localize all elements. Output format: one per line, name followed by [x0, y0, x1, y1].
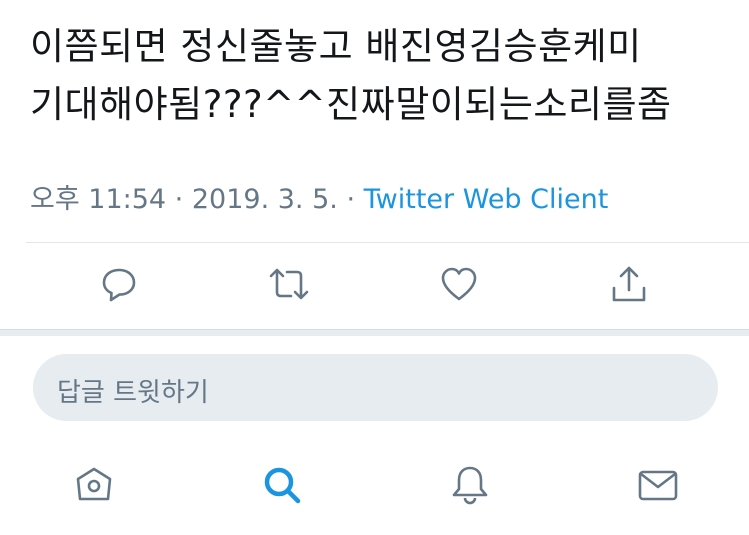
- bell-icon: [448, 463, 492, 507]
- speech-bubble-icon: [99, 264, 139, 304]
- tab-notifications[interactable]: [445, 460, 495, 510]
- meta-separator: ·: [174, 184, 184, 215]
- tweet-time: 오후 11:54: [30, 184, 167, 215]
- share-icon: [609, 264, 649, 304]
- tweet-meta: 오후 11:54 · 2019. 3. 5. · Twitter Web Cli…: [30, 177, 608, 216]
- tab-messages[interactable]: [633, 460, 683, 510]
- tweet-text: 이쯤되면 정신줄놓고 배진영김승훈케미 기대해야됨???^^진짜말이되는소리를좀: [30, 18, 730, 134]
- reply-input[interactable]: 답글 트윗하기: [33, 354, 718, 421]
- reply-button[interactable]: [97, 262, 141, 306]
- search-icon: [260, 463, 304, 507]
- bottom-tab-bar: [0, 460, 749, 520]
- retweet-icon: [267, 264, 311, 304]
- section-divider: [0, 329, 749, 336]
- tweet-text-line: 기대해야됨???^^진짜말이되는소리를좀: [30, 83, 672, 126]
- like-button[interactable]: [437, 262, 481, 306]
- home-icon: [72, 463, 116, 507]
- heart-icon: [439, 264, 479, 304]
- tweet-client-link[interactable]: Twitter Web Client: [364, 184, 609, 215]
- reply-placeholder: 답글 트윗하기: [57, 378, 209, 408]
- mail-icon: [636, 463, 680, 507]
- retweet-button[interactable]: [267, 262, 311, 306]
- share-button[interactable]: [607, 262, 651, 306]
- divider: [26, 242, 749, 243]
- meta-separator: ·: [346, 184, 356, 215]
- tab-search[interactable]: [257, 460, 307, 510]
- tweet-date: 2019. 3. 5.: [191, 184, 338, 215]
- tweet-actions: [0, 262, 749, 312]
- tweet-text-line: 이쯤되면 정신줄놓고 배진영김승훈케미: [30, 25, 642, 68]
- tab-home[interactable]: [69, 460, 119, 510]
